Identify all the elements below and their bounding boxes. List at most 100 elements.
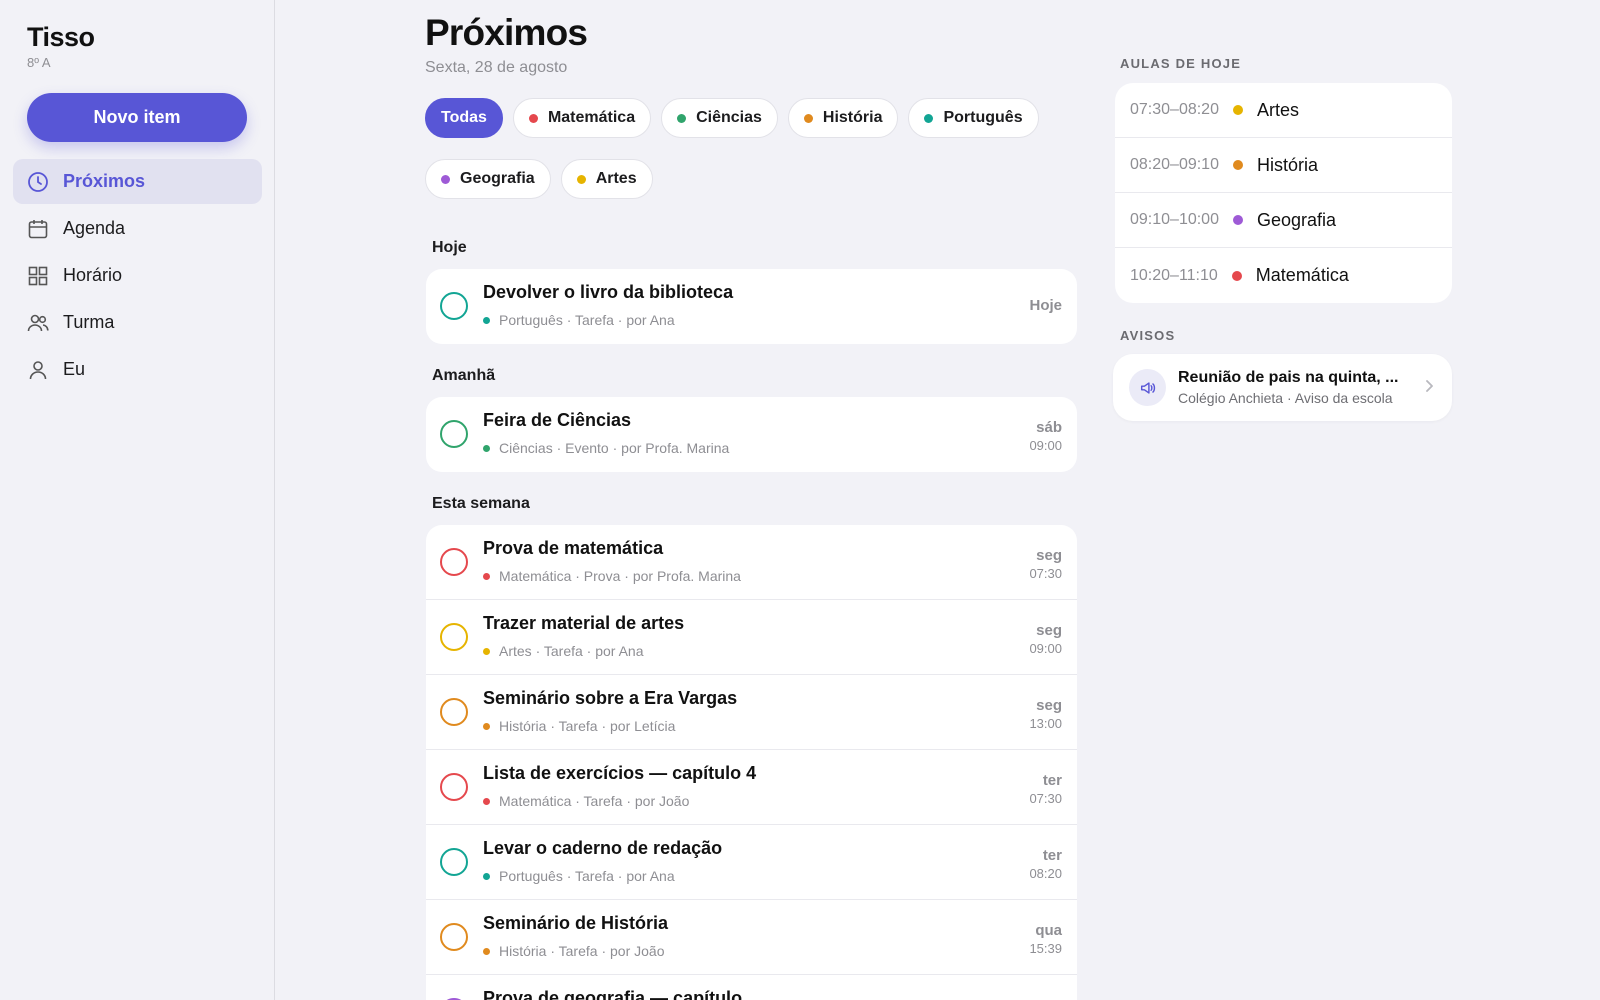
task-row[interactable]: Prova de matemática Matemática · Prova ·…: [426, 525, 1077, 600]
filter-chip-todas[interactable]: Todas: [425, 98, 503, 138]
class-label: 8º A: [27, 55, 51, 70]
sidebar-item-label: Eu: [63, 359, 86, 379]
sidebar-item-eu[interactable]: Eu: [13, 347, 262, 392]
subject-dot: [1231, 270, 1242, 281]
task-title: Lista de exercícios — capítulo 4: [483, 763, 757, 783]
calendar-icon: [27, 218, 49, 240]
chevron-right-icon: [1426, 380, 1433, 392]
task-meta-text: Matemática · Prova · por Profa. Marina: [499, 568, 741, 584]
due-day: sáb: [1036, 419, 1062, 436]
complete-toggle[interactable]: [440, 773, 468, 801]
filter-chip-ciencias[interactable]: Ciências: [661, 98, 778, 138]
due-time: 07:30: [1029, 791, 1062, 806]
new-item-button[interactable]: Novo item: [27, 93, 247, 142]
task-meta-text: História · Tarefa · por Letícia: [499, 718, 676, 734]
task-meta-text: História · Tarefa · por João: [499, 943, 665, 959]
due-time: 08:20: [1029, 866, 1062, 881]
task-title: Seminário sobre a Era Vargas: [483, 688, 738, 708]
task-meta-text: Português · Tarefa · por Ana: [499, 868, 675, 884]
task-meta: Artes · Tarefa · por Ana: [483, 643, 643, 659]
task-meta: História · Tarefa · por Letícia: [483, 718, 675, 734]
task-title: Seminário de História: [483, 913, 669, 933]
task-row[interactable]: Lista de exercícios — capítulo 4 Matemát…: [426, 750, 1077, 825]
sidebar-item-turma[interactable]: Turma: [13, 300, 262, 345]
filter-chip-matematica[interactable]: Matemática: [512, 98, 652, 138]
chip-label: Português: [943, 109, 1023, 126]
complete-toggle[interactable]: [440, 698, 468, 726]
task-due: ter 07:30: [1029, 772, 1062, 806]
subject-dot: [803, 113, 813, 123]
subject-dot: [677, 113, 687, 123]
notice-item[interactable]: Reunião de pais na quinta, ... Colégio A…: [1113, 354, 1452, 421]
task-meta-text: Artes · Tarefa · por Ana: [499, 643, 644, 659]
task-meta-text: Português · Tarefa · por Ana: [499, 312, 675, 328]
class-row: 09:10–10:00 Geografia: [1115, 193, 1452, 248]
filter-chip-artes[interactable]: Artes: [560, 159, 653, 199]
notice-text: Reunião de pais na quinta, ... Colégio A…: [1178, 369, 1418, 406]
task-title: Prova de matemática: [483, 538, 664, 558]
today-classes-label: AULAS DE HOJE: [1120, 56, 1242, 71]
task-row[interactable]: Devolver o livro da biblioteca Português…: [426, 269, 1077, 344]
section-label-amanha: Amanhã: [432, 367, 496, 384]
due-day: ter: [1042, 847, 1062, 864]
sidebar-item-proximos[interactable]: Próximos: [13, 159, 262, 204]
filter-chip-geografia[interactable]: Geografia: [425, 159, 551, 199]
class-time: 08:20–09:10: [1130, 156, 1219, 173]
subject-dot: [483, 572, 490, 580]
task-row[interactable]: Trazer material de artes Artes · Tarefa …: [426, 600, 1077, 675]
subject-dot: [528, 113, 538, 123]
class-row: 07:30–08:20 Artes: [1115, 83, 1452, 138]
brand: Tisso 8º A: [27, 22, 95, 70]
today-classes-card: 07:30–08:20 Artes 08:20–09:10 História 0…: [1115, 83, 1452, 303]
task-due: Hoje: [1029, 297, 1062, 314]
sidebar-item-horario[interactable]: Horário: [13, 253, 262, 298]
task-row[interactable]: Seminário sobre a Era Vargas História · …: [426, 675, 1077, 750]
class-time: 10:20–11:10: [1130, 266, 1218, 284]
due-day: ter: [1042, 772, 1062, 789]
task-row[interactable]: Levar o caderno de redação Português · T…: [426, 825, 1077, 900]
task-due: seg 09:00: [1029, 622, 1062, 656]
task-title: Trazer material de artes: [483, 613, 685, 633]
class-subject: Matemática: [1255, 265, 1349, 285]
complete-toggle[interactable]: [440, 848, 468, 876]
class-time: 07:30–08:20: [1130, 101, 1219, 118]
task-meta: Português · Tarefa · por Ana: [483, 312, 675, 328]
due-time: 09:00: [1029, 641, 1062, 656]
sidebar-item-agenda[interactable]: Agenda: [13, 206, 262, 251]
due-day: seg: [1036, 697, 1062, 714]
app-name: Tisso: [27, 22, 95, 52]
complete-toggle[interactable]: [440, 923, 468, 951]
sidebar: Tisso 8º A Novo item Próximos Agenda Hor…: [0, 0, 275, 1000]
task-row[interactable]: Seminário de História História · Tarefa …: [426, 900, 1077, 975]
complete-toggle[interactable]: [440, 292, 468, 320]
task-meta-text: Ciências · Evento · por Profa. Marina: [499, 440, 730, 456]
sidebar-nav: Próximos Agenda Horário Turma Eu: [13, 159, 262, 394]
subject-dot: [483, 316, 490, 324]
task-row[interactable]: Feira de Ciências Ciências · Evento · po…: [426, 397, 1077, 472]
task-meta: Matemática · Tarefa · por João: [483, 793, 689, 809]
filter-chip-portugues[interactable]: Português: [908, 98, 1039, 138]
grid-icon: [27, 265, 49, 287]
notices-label: AVISOS: [1120, 328, 1176, 343]
due-day: seg: [1036, 547, 1062, 564]
task-meta: Português · Tarefa · por Ana: [483, 868, 675, 884]
notice-subtitle: Colégio Anchieta · Aviso da escola: [1178, 390, 1393, 406]
task-due: seg 13:00: [1029, 697, 1062, 731]
filter-chips: Todas Matemática Ciências História Portu…: [425, 98, 1077, 199]
complete-toggle[interactable]: [440, 420, 468, 448]
task-meta-text: Matemática · Tarefa · por João: [499, 793, 690, 809]
sidebar-item-label: Turma: [63, 312, 115, 332]
task-due: qua 15:39: [1029, 922, 1062, 956]
complete-toggle[interactable]: [440, 548, 468, 576]
task-due: sáb 09:00: [1029, 419, 1062, 453]
chip-label: Todas: [441, 109, 487, 126]
person-icon: [27, 359, 49, 381]
task-title: Levar o caderno de redação: [483, 838, 723, 858]
filter-chip-historia[interactable]: História: [787, 98, 899, 138]
notice-title: Reunião de pais na quinta, ...: [1178, 369, 1399, 386]
section-card-hoje: Devolver o livro da biblioteca Português…: [426, 269, 1077, 344]
complete-toggle[interactable]: [440, 623, 468, 651]
due-day: Hoje: [1029, 297, 1062, 314]
task-row[interactable]: Prova de geografia — capítulo: [426, 975, 1077, 1000]
task-due: ter 08:20: [1029, 847, 1062, 881]
